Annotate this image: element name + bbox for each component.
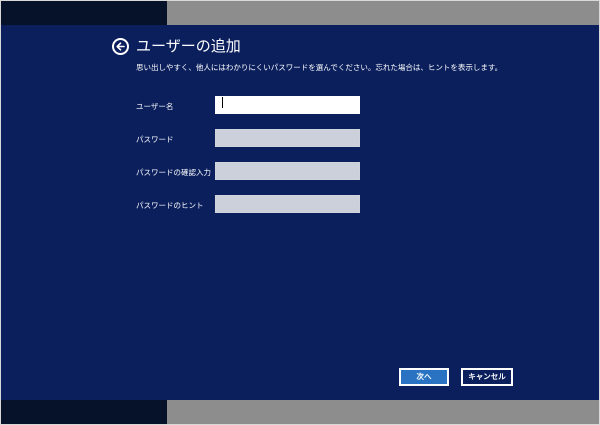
- bottom-bar-gray-segment: [167, 400, 599, 424]
- dialog-subtitle: 思い出しやすく、他人にはわかりにくいパスワードを選んでください。忘れた場合は、ヒ…: [136, 63, 503, 72]
- password-label: パスワード: [136, 135, 174, 144]
- text-caret: [222, 97, 223, 108]
- password-hint-input[interactable]: [215, 195, 360, 213]
- password-confirm-label: パスワードの確認入力: [136, 168, 211, 177]
- password-input[interactable]: [215, 129, 360, 147]
- add-user-dialog: ユーザーの追加 思い出しやすく、他人にはわかりにくいパスワードを選んでください。…: [1, 25, 599, 400]
- bottom-bar-dark-segment: [1, 400, 167, 424]
- username-input[interactable]: [215, 96, 360, 114]
- top-bar-dark-segment: [1, 1, 167, 25]
- cancel-button[interactable]: キャンセル: [461, 368, 513, 386]
- password-confirm-input[interactable]: [215, 162, 360, 180]
- password-hint-label: パスワードのヒント: [136, 201, 204, 210]
- next-button[interactable]: 次へ: [399, 368, 449, 386]
- bottom-bar: [1, 400, 599, 424]
- back-arrow-glyph: [116, 42, 125, 51]
- dialog-title: ユーザーの追加: [136, 37, 241, 55]
- top-bar-gray-segment: [167, 1, 599, 25]
- username-label: ユーザー名: [136, 102, 174, 111]
- top-bar: [1, 1, 599, 25]
- back-arrow-icon[interactable]: [112, 38, 129, 55]
